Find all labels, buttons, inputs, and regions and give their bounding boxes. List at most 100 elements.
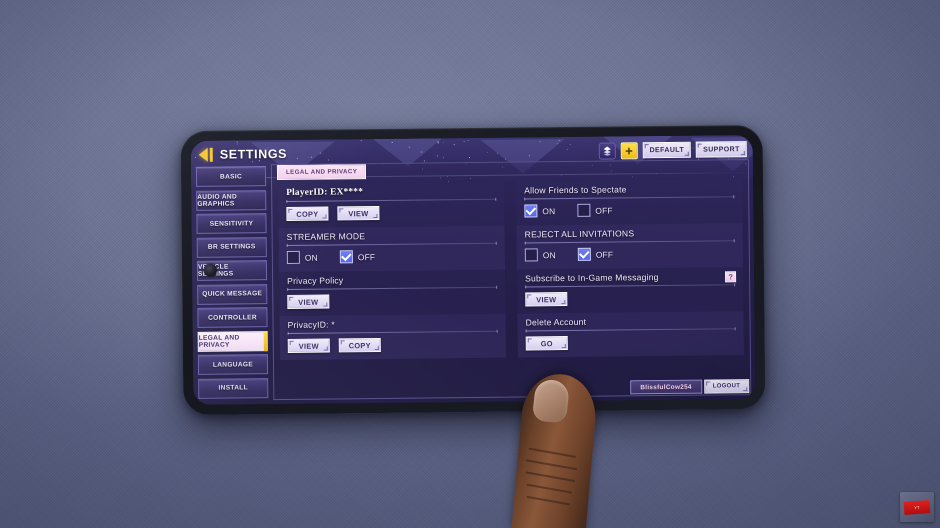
- help-icon[interactable]: ?: [725, 271, 737, 283]
- page-title: SETTINGS: [219, 146, 288, 162]
- scene: SETTINGS + DEFAULT SUPPORT BASIC AUDIO A…: [0, 0, 940, 528]
- sidebar-item-label: BR SETTINGS: [207, 243, 256, 251]
- view-button[interactable]: VIEW: [287, 338, 330, 353]
- header-bar: SETTINGS + DEFAULT SUPPORT: [191, 135, 753, 169]
- setting-title: Subscribe to In-Game Messaging: [525, 272, 659, 284]
- setting-title: REJECT ALL INVITATIONS: [524, 228, 635, 240]
- view-button[interactable]: VIEW: [337, 205, 380, 221]
- checkbox-label: OFF: [595, 205, 613, 216]
- header-actions: + DEFAULT SUPPORT: [598, 141, 747, 160]
- setting-cell-right: Allow Friends to Spectate ON OFF: [516, 179, 743, 226]
- back-arrow-icon[interactable]: [198, 147, 213, 162]
- watermark-logo: YT: [903, 499, 931, 515]
- view-button[interactable]: VIEW: [287, 294, 330, 309]
- settings-row: Privacy Policy VIEW Subscribe to In-Game M…: [279, 267, 744, 317]
- setting-cell-right: Delete Account GO: [517, 311, 744, 358]
- setting-divider: [286, 242, 497, 246]
- sidebar-item-audio-and-graphics[interactable]: AUDIO AND GRAPHICS: [196, 189, 267, 211]
- checkbox-row: ON OFF: [524, 246, 735, 262]
- checkbox-option-on[interactable]: ON: [524, 248, 556, 262]
- checkbox-unchecked-icon[interactable]: [524, 248, 538, 262]
- setting-divider: [524, 240, 735, 244]
- setting-divider: [525, 328, 736, 332]
- settings-row: PrivacyID: * VIEW COPY Delete Account GO: [279, 311, 744, 361]
- checkbox-label: OFF: [595, 249, 614, 260]
- camera-punch-hole: [203, 263, 218, 277]
- checkbox-label: ON: [304, 252, 318, 263]
- phone-device: SETTINGS + DEFAULT SUPPORT BASIC AUDIO A…: [180, 124, 766, 416]
- checkbox-unchecked-icon[interactable]: [577, 203, 591, 217]
- checkbox-row: ON OFF: [524, 202, 734, 218]
- sidebar-item-legal-and-privacy[interactable]: LEGAL AND PRIVACY: [197, 330, 268, 352]
- sidebar-item-language[interactable]: LANGUAGE: [197, 354, 269, 375]
- setting-divider: [287, 286, 498, 290]
- channel-watermark: YT: [900, 492, 934, 522]
- username-chip[interactable]: BlissfulCow254: [630, 379, 702, 395]
- check-tick-icon: [525, 204, 537, 215]
- setting-title: Allow Friends to Spectate: [524, 184, 627, 196]
- setting-divider: [524, 196, 735, 200]
- sidebar-item-label: LEGAL AND PRIVACY: [198, 333, 240, 349]
- add-button[interactable]: +: [620, 141, 638, 159]
- check-tick-icon: [341, 250, 352, 261]
- checkbox-checked-icon[interactable]: [339, 250, 353, 264]
- check-tick-icon: [578, 247, 590, 259]
- sidebar-item-label: LANGUAGE: [212, 360, 254, 369]
- button-row: VIEW COPY: [287, 337, 498, 353]
- checkbox-option-on[interactable]: ON: [524, 204, 556, 218]
- setting-title: PrivacyID: *: [287, 319, 335, 330]
- button-row: COPY VIEW: [286, 205, 496, 221]
- sidebar-item-label: SENSITIVITY: [209, 219, 254, 228]
- settings-row: STREAMER MODE ON OFF REJECT ALL INVITATIONS…: [278, 223, 743, 273]
- setting-title: Privacy Policy: [287, 275, 344, 286]
- sidebar-item-controller[interactable]: CONTROLLER: [197, 307, 268, 328]
- sidebar-item-quick-message[interactable]: QUICK MESSAGE: [197, 283, 268, 305]
- setting-title: STREAMER MODE: [286, 231, 366, 242]
- game-ui: SETTINGS + DEFAULT SUPPORT BASIC AUDIO A…: [190, 135, 756, 405]
- checkbox-option-off[interactable]: OFF: [577, 203, 613, 217]
- rank-badge-icon[interactable]: [598, 142, 616, 160]
- sidebar-item-label: INSTALL: [218, 384, 248, 392]
- copy-button[interactable]: COPY: [338, 337, 381, 353]
- back-arrow-bar: [209, 147, 213, 162]
- checkbox-row: ON OFF: [286, 249, 497, 264]
- settings-rows: PlayerID: EX**** COPY VIEW Allow Friends to…: [272, 177, 750, 399]
- button-row: VIEW: [287, 293, 497, 309]
- setting-title: PlayerID: EX****: [286, 187, 364, 198]
- setting-cell-left: PrivacyID: * VIEW COPY: [279, 313, 506, 361]
- setting-title: Delete Account: [525, 316, 587, 328]
- setting-divider: [286, 198, 497, 202]
- setting-divider: [525, 284, 736, 288]
- sidebar-item-sensitivity[interactable]: SENSITIVITY: [196, 213, 267, 234]
- setting-divider: [287, 330, 498, 334]
- checkbox-label: ON: [542, 205, 556, 216]
- checkbox-label: ON: [542, 249, 556, 260]
- settings-row: PlayerID: EX**** COPY VIEW Allow Friends to…: [278, 179, 743, 229]
- checkbox-label: OFF: [357, 251, 376, 262]
- setting-cell-right: Subscribe to In-Game Messaging? VIEW: [516, 267, 744, 314]
- sidebar-item-label: CONTROLLER: [208, 313, 257, 322]
- view-button[interactable]: VIEW: [525, 292, 568, 307]
- sidebar-item-label: AUDIO AND GRAPHICS: [197, 192, 238, 208]
- checkbox-option-on[interactable]: ON: [286, 250, 318, 264]
- account-bar: BlissfulCow254 LOGOUT: [630, 379, 750, 395]
- go-button[interactable]: GO: [525, 336, 568, 351]
- checkbox-option-off[interactable]: OFF: [339, 250, 376, 264]
- sidebar-item-install[interactable]: INSTALL: [198, 377, 269, 399]
- button-row: GO: [525, 334, 736, 351]
- checkbox-unchecked-icon[interactable]: [286, 250, 300, 264]
- sidebar-item-br-settings[interactable]: BR SETTINGS: [196, 236, 267, 258]
- sidebar-item-label: QUICK MESSAGE: [202, 290, 263, 298]
- sidebar-item-label: BASIC: [219, 172, 243, 181]
- checkbox-checked-icon[interactable]: [524, 204, 538, 218]
- checkbox-checked-icon[interactable]: [577, 247, 591, 261]
- setting-cell-left: Privacy Policy VIEW: [279, 269, 506, 317]
- copy-button[interactable]: COPY: [286, 206, 329, 221]
- logout-button[interactable]: LOGOUT: [703, 379, 750, 394]
- setting-cell-right: REJECT ALL INVITATIONS ON OFF: [516, 223, 743, 270]
- default-button[interactable]: DEFAULT: [642, 141, 692, 159]
- sidebar-item-basic[interactable]: BASIC: [195, 166, 267, 187]
- checkbox-option-off[interactable]: OFF: [577, 247, 614, 261]
- support-button[interactable]: SUPPORT: [696, 141, 747, 158]
- setting-cell-left: PlayerID: EX**** COPY VIEW: [278, 181, 505, 229]
